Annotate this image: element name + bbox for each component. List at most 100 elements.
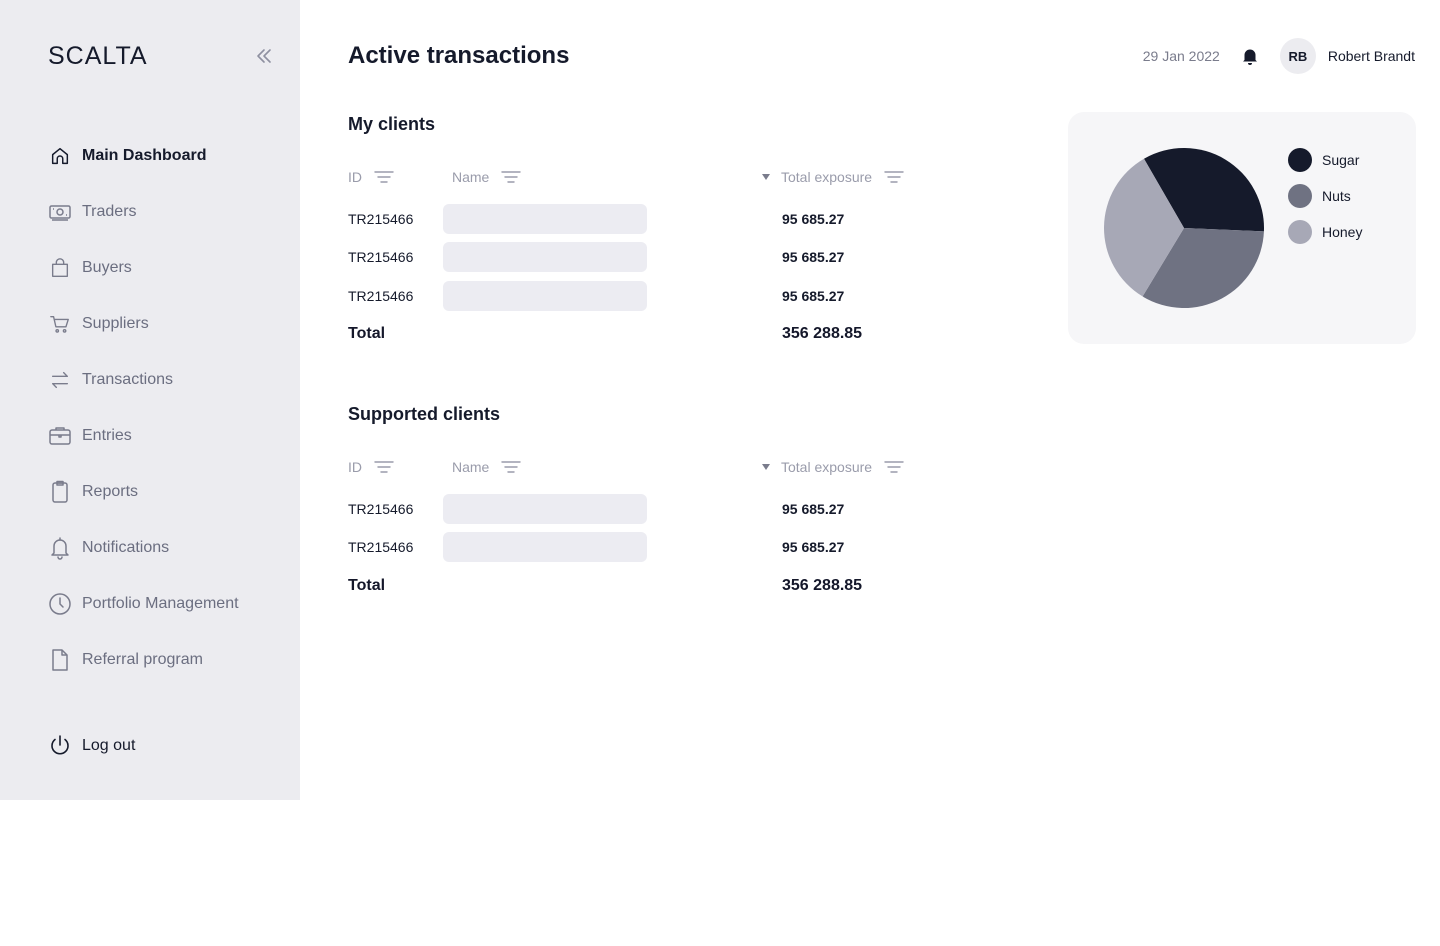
- topbar: 29 Jan 2022 RB Robert Brandt: [1143, 38, 1415, 74]
- legend-swatch: [1288, 220, 1312, 244]
- sidebar-item-label: Buyers: [82, 259, 132, 276]
- legend-swatch: [1288, 184, 1312, 208]
- bell-icon: [48, 536, 72, 560]
- notification-bell-icon[interactable]: [1240, 46, 1260, 66]
- legend-item-nuts[interactable]: Nuts: [1288, 184, 1362, 208]
- column-name-header[interactable]: Name: [452, 457, 522, 477]
- legend-label: Honey: [1322, 224, 1363, 240]
- column-id-header[interactable]: ID: [348, 457, 394, 477]
- sort-down-icon[interactable]: [761, 463, 771, 471]
- sidebar-item-transactions[interactable]: Transactions: [48, 352, 288, 408]
- filter-icon[interactable]: [374, 170, 394, 184]
- filter-icon[interactable]: [501, 460, 522, 474]
- legend-item-sugar[interactable]: Sugar: [1288, 148, 1362, 172]
- table-total-row: Total 356 288.85: [348, 577, 918, 599]
- table-row[interactable]: TR215466 95 685.27: [348, 204, 918, 234]
- row-name-placeholder: [443, 281, 647, 311]
- sidebar-item-label: Suppliers: [82, 315, 149, 332]
- filter-icon[interactable]: [884, 170, 904, 184]
- filter-icon[interactable]: [501, 170, 522, 184]
- row-exposure: 95 685.27: [782, 249, 845, 265]
- current-date: 29 Jan 2022: [1142, 48, 1220, 64]
- shopping-bag-icon: [48, 256, 72, 280]
- cart-icon: [48, 312, 72, 336]
- column-id-header[interactable]: ID: [348, 167, 394, 187]
- sidebar-item-label: Reports: [82, 483, 139, 500]
- table-row[interactable]: TR215466 95 685.27: [348, 532, 918, 562]
- table-row[interactable]: TR215466 95 685.27: [348, 494, 918, 524]
- sidebar-item-suppliers[interactable]: Suppliers: [48, 296, 288, 352]
- sort-down-icon[interactable]: [761, 173, 771, 181]
- logout-label: Log out: [82, 737, 136, 754]
- row-name-placeholder: [443, 532, 647, 562]
- column-label: ID: [348, 169, 362, 185]
- sidebar-item-notifications[interactable]: Notifications: [48, 520, 288, 576]
- row-id: TR215466: [348, 539, 414, 555]
- app-logo[interactable]: SCALTA: [48, 42, 148, 71]
- sidebar-item-label: Portfolio Management: [82, 595, 239, 612]
- row-exposure: 95 685.27: [782, 539, 845, 555]
- user-avatar[interactable]: RB: [1279, 38, 1316, 74]
- column-exposure-header[interactable]: Total exposure: [761, 457, 904, 477]
- filter-icon[interactable]: [884, 460, 904, 474]
- money-icon: [48, 200, 72, 224]
- row-name-placeholder: [443, 204, 647, 234]
- logout-button[interactable]: Log out: [48, 734, 135, 758]
- column-exposure-header[interactable]: Total exposure: [761, 167, 904, 187]
- column-name-header[interactable]: Name: [452, 167, 522, 187]
- sidebar-item-reports[interactable]: Reports: [48, 464, 288, 520]
- pie-chart: [1104, 148, 1264, 308]
- row-exposure: 95 685.27: [782, 211, 845, 227]
- page-title: Active transactions: [348, 42, 570, 69]
- arrows-swap-icon: [48, 368, 72, 392]
- column-label: ID: [348, 459, 362, 475]
- total-label: Total: [348, 577, 386, 594]
- sidebar-item-label: Main Dashboard: [82, 147, 207, 164]
- filter-icon[interactable]: [374, 460, 394, 474]
- column-label: Name: [452, 459, 490, 475]
- sidebar-item-label: Entries: [82, 427, 132, 444]
- column-label: Name: [452, 169, 490, 185]
- legend-label: Nuts: [1322, 188, 1351, 204]
- my-clients-table-header: ID Name Total exposure: [348, 167, 918, 187]
- my-clients-title: My clients: [348, 114, 436, 134]
- sidebar-item-entries[interactable]: Entries: [48, 408, 288, 464]
- table-total-row: Total 356 288.85: [348, 325, 918, 347]
- table-row[interactable]: TR215466 95 685.27: [348, 281, 918, 311]
- exposure-chart-card: Sugar Nuts Honey: [1068, 112, 1416, 344]
- file-icon: [48, 648, 72, 672]
- total-value: 356 288.85: [782, 325, 863, 342]
- sidebar: SCALTA Main Dashboard Traders Buyers Sup…: [0, 0, 300, 800]
- supported-clients-title: Supported clients: [348, 404, 501, 424]
- row-name-placeholder: [443, 242, 647, 272]
- sidebar-item-label: Notifications: [82, 539, 170, 556]
- sidebar-item-label: Transactions: [82, 371, 173, 388]
- sidebar-item-main-dashboard[interactable]: Main Dashboard: [48, 128, 288, 184]
- legend-item-honey[interactable]: Honey: [1288, 220, 1362, 244]
- sidebar-item-buyers[interactable]: Buyers: [48, 240, 288, 296]
- row-exposure: 95 685.27: [782, 501, 845, 517]
- column-label: Total exposure: [781, 459, 873, 475]
- column-label: Total exposure: [781, 169, 873, 185]
- total-value: 356 288.85: [782, 577, 863, 594]
- clipboard-icon: [48, 480, 72, 504]
- row-id: TR215466: [348, 211, 414, 227]
- home-icon: [48, 144, 72, 168]
- power-icon: [48, 734, 72, 758]
- sidebar-nav: Main Dashboard Traders Buyers Suppliers …: [48, 128, 288, 688]
- briefcase-icon: [48, 424, 72, 448]
- clock-icon: [48, 592, 72, 616]
- row-id: TR215466: [348, 501, 414, 517]
- legend-swatch: [1288, 148, 1312, 172]
- sidebar-item-label: Traders: [82, 203, 137, 220]
- row-exposure: 95 685.27: [782, 288, 845, 304]
- sidebar-item-portfolio-management[interactable]: Portfolio Management: [48, 576, 288, 632]
- collapse-sidebar-icon[interactable]: [252, 44, 276, 68]
- user-name[interactable]: Robert Brandt: [1328, 48, 1415, 64]
- sidebar-item-label: Referral program: [82, 651, 203, 668]
- table-row[interactable]: TR215466 95 685.27: [348, 242, 918, 272]
- row-id: TR215466: [348, 288, 414, 304]
- sidebar-item-referral-program[interactable]: Referral program: [48, 632, 288, 688]
- sidebar-item-traders[interactable]: Traders: [48, 184, 288, 240]
- supported-clients-table-header: ID Name Total exposure: [348, 457, 918, 477]
